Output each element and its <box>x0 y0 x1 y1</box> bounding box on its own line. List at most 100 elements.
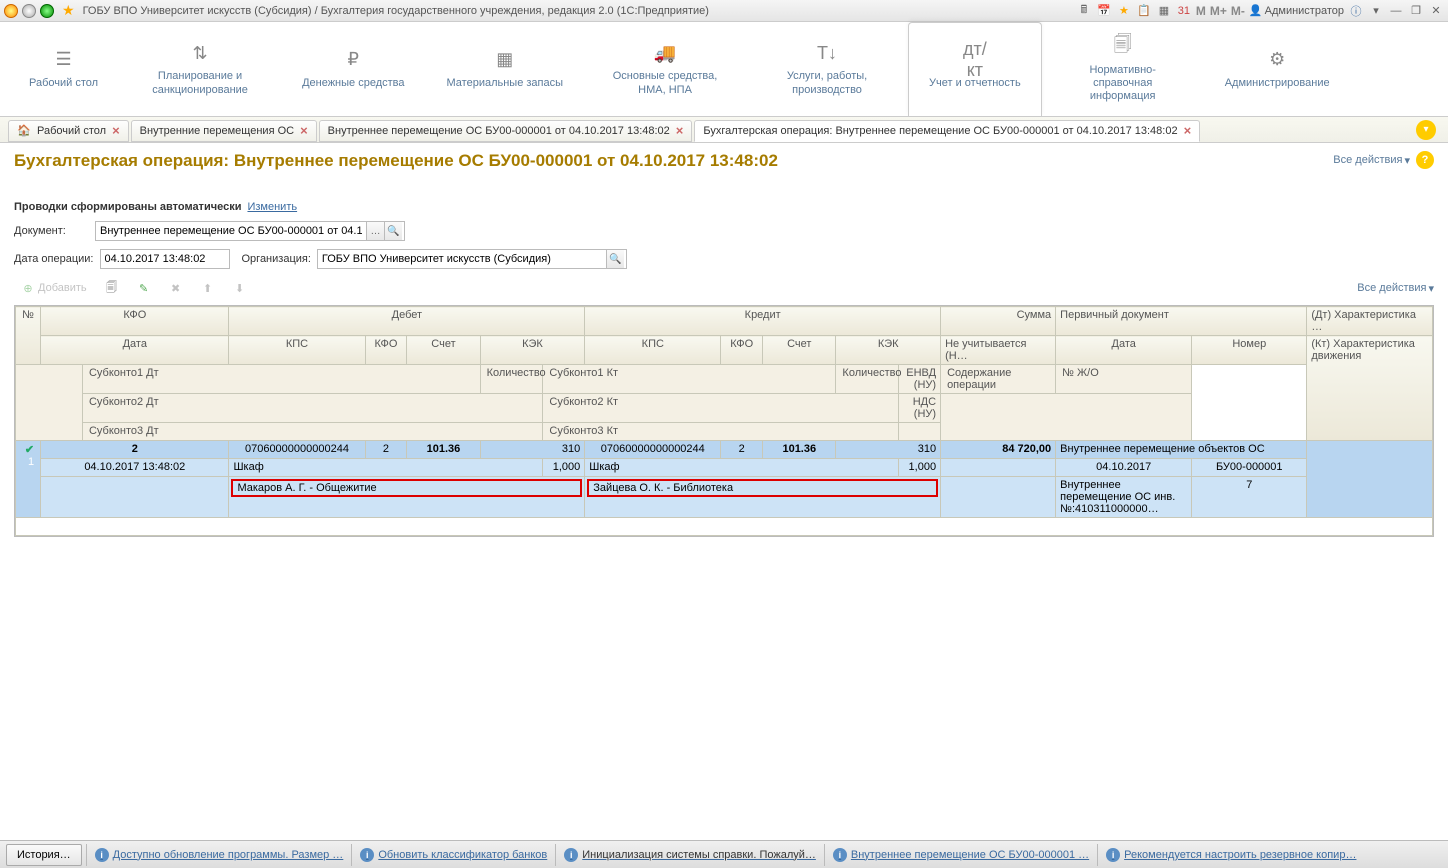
table-row[interactable]: 04.10.2017 13:48:02 Шкаф 1,000 Шкаф 1,00… <box>16 459 1433 477</box>
col-kfo-kt[interactable]: КФО <box>721 336 763 365</box>
col-kps[interactable]: КПС <box>229 336 365 365</box>
col-kfo[interactable]: КФО <box>41 307 229 336</box>
col-kt-char[interactable]: (Кт) Характеристика движения <box>1307 336 1433 441</box>
col-sub1dt[interactable]: Субконто1 Дт <box>82 365 480 394</box>
toolbar-calendar-icon[interactable]: 31 <box>1176 3 1192 19</box>
toolbar-icon[interactable]: 📋 <box>1136 3 1152 19</box>
section-item[interactable]: T↓Услуги, работы, производство <box>746 22 908 116</box>
col-sum[interactable]: Сумма <box>941 307 1056 336</box>
tab[interactable]: Внутреннее перемещение ОС БУ00-000001 от… <box>319 120 693 142</box>
col-envd[interactable]: ЕНВД (НУ) <box>899 365 941 394</box>
dropdown-icon[interactable]: ▾ <box>1368 3 1384 19</box>
window-1c-icon[interactable] <box>4 4 18 18</box>
ellipsis-icon[interactable]: … <box>366 222 384 240</box>
col-num[interactable]: № <box>16 307 41 365</box>
tab-close-icon[interactable]: × <box>300 123 308 138</box>
col-sub1kt[interactable]: Субконто1 Кт <box>543 365 836 394</box>
all-actions-button[interactable]: Все действия ▾ <box>1333 154 1410 167</box>
tab-close-icon[interactable]: × <box>676 123 684 138</box>
col-not-counted[interactable]: Не учитывается (Н… <box>941 336 1056 365</box>
col-debit[interactable]: Дебет <box>229 307 585 336</box>
toolbar-icon[interactable]: 📅 <box>1096 3 1112 19</box>
memory-mminus[interactable]: M- <box>1231 4 1245 18</box>
tab-close-icon[interactable]: × <box>112 123 120 138</box>
col-doc-date[interactable]: Дата <box>1056 336 1192 365</box>
section-item[interactable]: ☰Рабочий стол <box>8 22 119 116</box>
restore-icon[interactable]: ❐ <box>1408 3 1424 19</box>
grid-all-actions-button[interactable]: Все действия ▾ <box>1357 282 1434 295</box>
document-input[interactable]: … 🔍 <box>95 221 405 241</box>
col-sub3kt[interactable]: Субконто3 Кт <box>543 423 899 441</box>
user-label[interactable]: 👤 Администратор <box>1249 4 1344 17</box>
tab[interactable]: Внутренние перемещения ОС× <box>131 120 317 142</box>
col-sub2kt[interactable]: Субконто2 Кт <box>543 394 899 423</box>
col-nds[interactable]: НДС (НУ) <box>899 394 941 423</box>
window-btn[interactable] <box>40 4 54 18</box>
status-link[interactable]: iВнутреннее перемещение ОС БУ00-000001 … <box>824 844 1097 866</box>
tab-close-icon[interactable]: × <box>1184 123 1192 138</box>
copy-button[interactable]: 🗐 <box>98 278 126 298</box>
section-item[interactable]: ⇅Планирование и санкционирование <box>119 22 281 116</box>
tabs-dropdown-icon[interactable]: ▾ <box>1416 120 1436 140</box>
date-input[interactable] <box>100 249 230 269</box>
col-op-content[interactable]: Содержание операции <box>941 365 1056 394</box>
section-item[interactable]: 🗐Нормативно-справочная информация <box>1042 22 1204 116</box>
toolbar-icon[interactable]: ▦ <box>1156 3 1172 19</box>
change-link[interactable]: Изменить <box>247 201 297 213</box>
status-link[interactable]: iДоступно обновление программы. Размер … <box>86 844 352 866</box>
col-kek-kt[interactable]: КЭК <box>836 336 941 365</box>
toolbar-icon[interactable]: 🖩 <box>1076 3 1092 19</box>
col-primary-doc[interactable]: Первичный документ <box>1056 307 1307 336</box>
col-dt-char[interactable]: (Дт) Характеристика … <box>1307 307 1433 336</box>
search-icon[interactable]: 🔍 <box>606 250 624 268</box>
help-icon[interactable]: ? <box>1416 151 1434 169</box>
memory-mplus[interactable]: M+ <box>1210 4 1227 18</box>
document-field[interactable] <box>96 222 366 240</box>
add-button[interactable]: ⊕ Добавить <box>14 278 94 298</box>
col-date[interactable]: Дата <box>41 336 229 365</box>
status-link[interactable]: iРекомендуется настроить резервное копир… <box>1097 844 1364 866</box>
col-sub3dt[interactable]: Субконто3 Дт <box>82 423 542 441</box>
home-icon: 🏠 <box>17 124 31 138</box>
col-doc-num[interactable]: Номер <box>1192 336 1307 365</box>
col-jo[interactable]: № Ж/О <box>1056 365 1192 394</box>
col-kps-kt[interactable]: КПС <box>585 336 721 365</box>
date-field[interactable] <box>101 250 227 268</box>
close-icon[interactable]: ✕ <box>1428 3 1444 19</box>
tabs-row: 🏠Рабочий стол×Внутренние перемещения ОС×… <box>0 117 1448 143</box>
col-kfo2[interactable]: КФО <box>365 336 407 365</box>
status-link[interactable]: iОбновить классификатор банков <box>351 844 555 866</box>
info-icon[interactable]: ⓘ <box>1348 3 1364 19</box>
postings-grid[interactable]: № КФО Дебет Кредит Сумма Первичный докум… <box>14 305 1434 537</box>
minimize-icon[interactable]: — <box>1388 3 1404 19</box>
col-credit[interactable]: Кредит <box>585 307 941 336</box>
col-account-kt[interactable]: Счет <box>763 336 836 365</box>
section-item[interactable]: ⚙Администрирование <box>1204 22 1351 116</box>
window-btn[interactable] <box>22 4 36 18</box>
favorite-icon[interactable]: ★ <box>62 2 75 19</box>
search-icon[interactable]: 🔍 <box>384 222 402 240</box>
table-row[interactable]: ✔ 1 2 07060000000000244 2 101.36 310 070… <box>16 441 1433 459</box>
status-link[interactable]: iИнициализация системы справки. Пожалуй… <box>555 844 824 866</box>
edit-button[interactable]: ✎ <box>130 278 158 298</box>
table-row[interactable]: Макаров А. Г. - Общежитие Зайцева О. К. … <box>16 477 1433 518</box>
tab[interactable]: 🏠Рабочий стол× <box>8 120 129 142</box>
delete-button[interactable]: ✖ <box>162 278 190 298</box>
org-input[interactable]: 🔍 <box>317 249 627 269</box>
col-qty-dt[interactable]: Количество <box>480 365 543 394</box>
memory-m[interactable]: M <box>1196 4 1206 18</box>
col-kek[interactable]: КЭК <box>480 336 585 365</box>
section-item[interactable]: ₽Денежные средства <box>281 22 425 116</box>
col-qty-kt[interactable]: Количество <box>836 365 899 394</box>
col-account[interactable]: Счет <box>407 336 480 365</box>
org-field[interactable] <box>318 250 606 268</box>
section-item[interactable]: 🚚Основные средства, НМА, НПА <box>584 22 746 116</box>
history-button[interactable]: История… <box>6 844 82 866</box>
section-item[interactable]: ▦Материальные запасы <box>426 22 585 116</box>
tab[interactable]: Бухгалтерская операция: Внутреннее перем… <box>694 120 1200 142</box>
toolbar-star-icon[interactable]: ★ <box>1116 3 1132 19</box>
move-up-button[interactable]: ⬆ <box>194 278 222 298</box>
move-down-button[interactable]: ⬇ <box>226 278 254 298</box>
col-sub2dt[interactable]: Субконто2 Дт <box>82 394 542 423</box>
section-item[interactable]: дт/ктУчет и отчетность <box>908 22 1042 116</box>
